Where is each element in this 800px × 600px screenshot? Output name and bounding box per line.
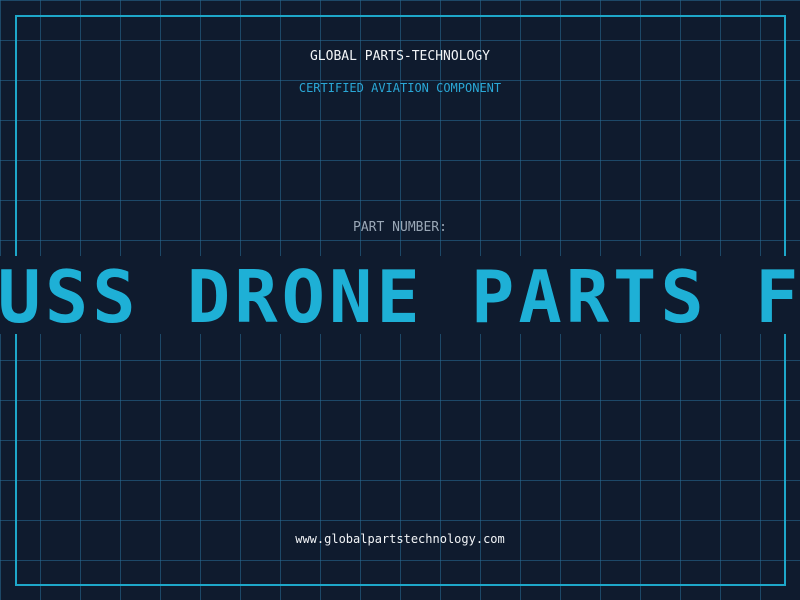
part-number-label: PART NUMBER:: [353, 220, 447, 235]
label-canvas: GLOBAL PARTS-TECHNOLOGY CERTIFIED AVIATI…: [0, 0, 800, 600]
company-name: GLOBAL PARTS-TECHNOLOGY: [309, 49, 490, 64]
part-number-value: PAUSS DRONE PARTS FPV: [0, 256, 800, 334]
website-url: www.globalpartstechnology.com: [295, 532, 505, 546]
part-number-band: PAUSS DRONE PARTS FPV: [0, 256, 800, 334]
certification-tagline: CERTIFIED AVIATION COMPONENT: [298, 81, 502, 95]
